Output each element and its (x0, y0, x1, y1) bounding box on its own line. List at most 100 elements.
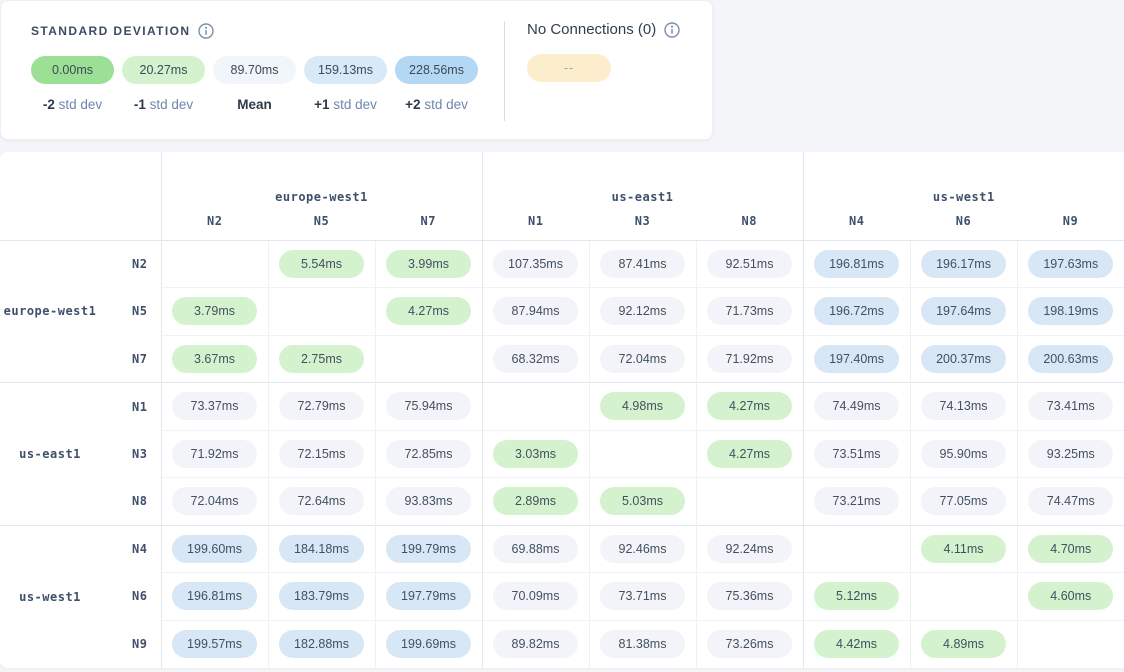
latency-cell[interactable]: 75.36ms (696, 573, 803, 621)
latency-cell[interactable]: 72.85ms (375, 430, 482, 478)
latency-pill[interactable]: 5.54ms (279, 250, 364, 278)
latency-cell[interactable]: 73.51ms (803, 430, 910, 478)
latency-cell[interactable]: 199.60ms (161, 525, 268, 573)
latency-cell[interactable]: 87.41ms (589, 240, 696, 288)
latency-pill[interactable]: 4.27ms (386, 297, 471, 325)
latency-cell[interactable]: 93.25ms (1017, 430, 1124, 478)
latency-pill[interactable]: 197.64ms (921, 297, 1006, 325)
latency-pill[interactable]: 74.13ms (921, 392, 1006, 420)
latency-pill[interactable]: 3.67ms (172, 345, 257, 373)
latency-pill[interactable]: 73.71ms (600, 582, 685, 610)
latency-cell[interactable]: 4.11ms (910, 525, 1017, 573)
latency-pill[interactable]: 5.03ms (600, 487, 685, 515)
latency-pill[interactable]: 199.69ms (386, 630, 471, 658)
latency-pill[interactable]: 71.92ms (707, 345, 792, 373)
latency-cell[interactable]: 182.88ms (268, 620, 375, 668)
latency-cell[interactable]: 77.05ms (910, 478, 1017, 526)
latency-cell[interactable]: 4.27ms (696, 383, 803, 431)
latency-pill[interactable]: 74.47ms (1028, 487, 1113, 515)
latency-pill[interactable]: 196.17ms (921, 250, 1006, 278)
latency-cell[interactable]: 87.94ms (482, 288, 589, 336)
latency-pill[interactable]: 92.51ms (707, 250, 792, 278)
latency-cell[interactable]: 4.27ms (375, 288, 482, 336)
latency-pill[interactable]: 200.37ms (921, 345, 1006, 373)
latency-cell[interactable]: 196.72ms (803, 288, 910, 336)
latency-pill[interactable]: 75.94ms (386, 392, 471, 420)
latency-cell[interactable]: 73.71ms (589, 573, 696, 621)
latency-cell[interactable]: 197.40ms (803, 335, 910, 383)
latency-pill[interactable]: 87.94ms (493, 297, 578, 325)
latency-cell[interactable]: 71.92ms (696, 335, 803, 383)
latency-pill[interactable]: 107.35ms (493, 250, 578, 278)
latency-cell[interactable]: 92.12ms (589, 288, 696, 336)
latency-pill[interactable]: 4.27ms (707, 392, 792, 420)
latency-pill[interactable]: 73.41ms (1028, 392, 1113, 420)
latency-pill[interactable]: 183.79ms (279, 582, 364, 610)
latency-cell[interactable]: 2.75ms (268, 335, 375, 383)
latency-cell[interactable]: 4.27ms (696, 430, 803, 478)
latency-pill[interactable]: 2.75ms (279, 345, 364, 373)
latency-pill[interactable]: 200.63ms (1028, 345, 1113, 373)
latency-pill[interactable]: 5.12ms (814, 582, 899, 610)
latency-cell[interactable]: 93.83ms (375, 478, 482, 526)
latency-pill[interactable]: 69.88ms (493, 535, 578, 563)
latency-pill[interactable]: 89.82ms (493, 630, 578, 658)
latency-cell[interactable]: 5.54ms (268, 240, 375, 288)
latency-cell[interactable]: 74.47ms (1017, 478, 1124, 526)
latency-pill[interactable]: 93.83ms (386, 487, 471, 515)
latency-pill[interactable]: 197.63ms (1028, 250, 1113, 278)
latency-pill[interactable]: 182.88ms (279, 630, 364, 658)
latency-cell[interactable]: 3.99ms (375, 240, 482, 288)
latency-pill[interactable]: 92.24ms (707, 535, 792, 563)
latency-pill[interactable]: 95.90ms (921, 440, 1006, 468)
latency-pill[interactable]: 4.11ms (921, 535, 1006, 563)
latency-pill[interactable]: 73.37ms (172, 392, 257, 420)
latency-pill[interactable]: 73.21ms (814, 487, 899, 515)
latency-pill[interactable]: 196.81ms (814, 250, 899, 278)
latency-pill[interactable]: 72.64ms (279, 487, 364, 515)
latency-cell[interactable]: 74.49ms (803, 383, 910, 431)
latency-cell[interactable]: 73.21ms (803, 478, 910, 526)
info-icon[interactable] (198, 23, 214, 39)
latency-pill[interactable]: 72.04ms (172, 487, 257, 515)
latency-cell[interactable]: 72.15ms (268, 430, 375, 478)
latency-pill[interactable]: 75.36ms (707, 582, 792, 610)
latency-cell[interactable]: 199.79ms (375, 525, 482, 573)
latency-cell[interactable]: 71.92ms (161, 430, 268, 478)
latency-pill[interactable]: 71.73ms (707, 297, 792, 325)
latency-cell[interactable]: 197.79ms (375, 573, 482, 621)
latency-cell[interactable]: 200.63ms (1017, 335, 1124, 383)
latency-cell[interactable]: 92.24ms (696, 525, 803, 573)
latency-cell[interactable]: 3.79ms (161, 288, 268, 336)
latency-pill[interactable]: 93.25ms (1028, 440, 1113, 468)
latency-cell[interactable]: 3.03ms (482, 430, 589, 478)
latency-cell[interactable]: 5.03ms (589, 478, 696, 526)
latency-cell[interactable]: 95.90ms (910, 430, 1017, 478)
latency-cell[interactable]: 69.88ms (482, 525, 589, 573)
latency-cell[interactable]: 71.73ms (696, 288, 803, 336)
latency-pill[interactable]: 73.51ms (814, 440, 899, 468)
latency-cell[interactable]: 92.46ms (589, 525, 696, 573)
latency-cell[interactable]: 72.64ms (268, 478, 375, 526)
latency-cell[interactable]: 73.41ms (1017, 383, 1124, 431)
latency-pill[interactable]: 70.09ms (493, 582, 578, 610)
latency-cell[interactable]: 197.63ms (1017, 240, 1124, 288)
latency-pill[interactable]: 199.57ms (172, 630, 257, 658)
latency-pill[interactable]: 74.49ms (814, 392, 899, 420)
latency-cell[interactable]: 75.94ms (375, 383, 482, 431)
latency-cell[interactable]: 70.09ms (482, 573, 589, 621)
latency-cell[interactable]: 183.79ms (268, 573, 375, 621)
latency-pill[interactable]: 72.15ms (279, 440, 364, 468)
latency-pill[interactable]: 199.60ms (172, 535, 257, 563)
latency-pill[interactable]: 4.89ms (921, 630, 1006, 658)
latency-cell[interactable]: 184.18ms (268, 525, 375, 573)
latency-cell[interactable]: 73.26ms (696, 620, 803, 668)
latency-cell[interactable]: 5.12ms (803, 573, 910, 621)
latency-pill[interactable]: 68.32ms (493, 345, 578, 373)
latency-pill[interactable]: 72.04ms (600, 345, 685, 373)
latency-pill[interactable]: 4.60ms (1028, 582, 1113, 610)
latency-pill[interactable]: 92.46ms (600, 535, 685, 563)
latency-cell[interactable]: 196.81ms (161, 573, 268, 621)
latency-cell[interactable]: 72.04ms (161, 478, 268, 526)
latency-cell[interactable]: 3.67ms (161, 335, 268, 383)
